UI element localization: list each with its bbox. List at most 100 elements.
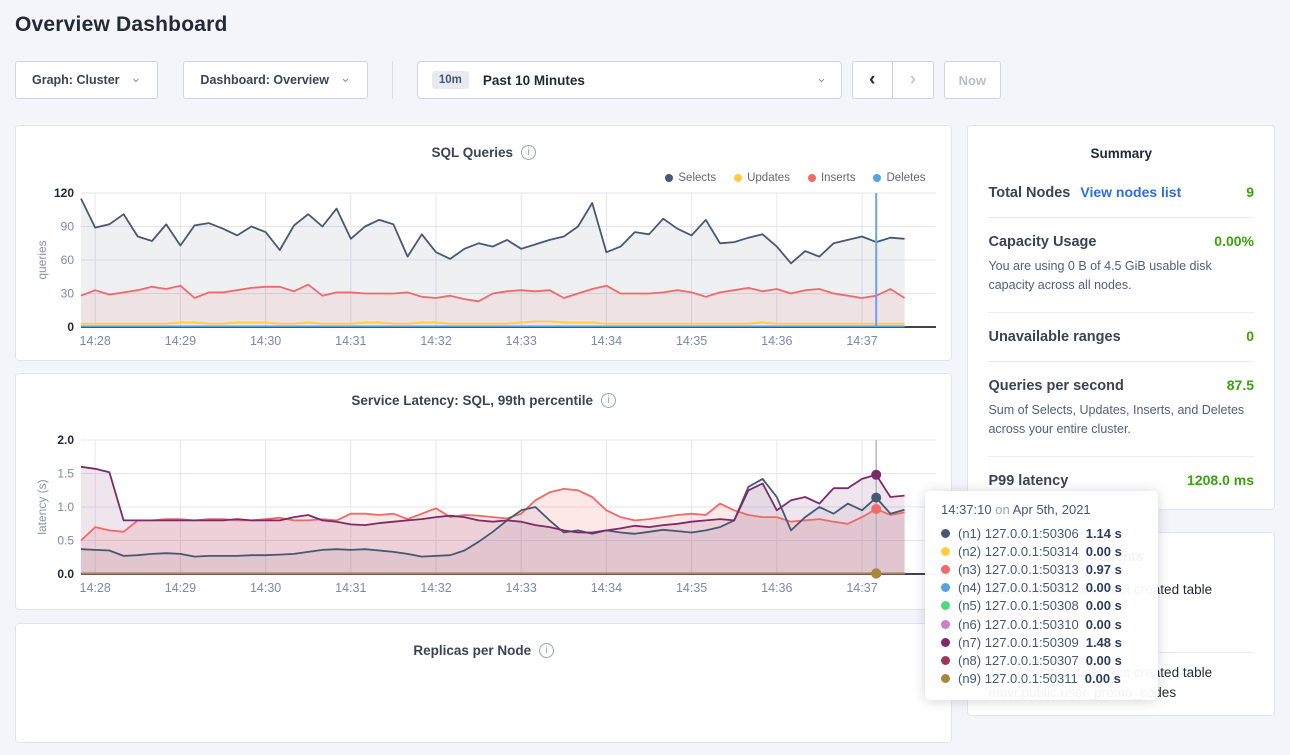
tooltip-node-label: (n5) 127.0.0.1:50308 — [958, 598, 1079, 613]
tooltip-node-label: (n8) 127.0.0.1:50307 — [958, 653, 1079, 668]
dashboard-dropdown[interactable]: Dashboard: Overview ⌄ — [183, 61, 367, 99]
svg-text:14:31: 14:31 — [335, 581, 366, 595]
toolbar: Graph: Cluster ⌄ Dashboard: Overview ⌄ 1… — [15, 61, 1275, 99]
info-icon[interactable]: i — [539, 643, 554, 658]
svg-text:0: 0 — [67, 320, 74, 334]
summary-value: 0 — [1246, 328, 1254, 344]
svg-text:latency (s): latency (s) — [36, 479, 49, 534]
service-latency-chart[interactable]: 0.00.51.01.52.014:2814:2914:3014:3114:32… — [36, 428, 952, 600]
series-color-dot-icon — [941, 529, 950, 538]
series-color-dot-icon — [941, 547, 950, 556]
series-color-dot-icon — [941, 583, 950, 592]
tooltip-node-row: (n4) 127.0.0.1:503120.00 s — [941, 579, 1142, 597]
svg-text:30: 30 — [61, 287, 75, 301]
tooltip-node-label: (n6) 127.0.0.1:50310 — [958, 617, 1079, 632]
chart-hover-tooltip: 14:37:10 on Apr 5th, 2021 (n1) 127.0.0.1… — [925, 491, 1158, 700]
replicas-title-row: Replicas per Node i — [16, 624, 951, 658]
summary-title: Summary — [988, 126, 1254, 169]
svg-text:1.0: 1.0 — [57, 500, 74, 514]
svg-text:1.5: 1.5 — [57, 467, 74, 481]
series-color-dot-icon — [941, 620, 950, 629]
tooltip-node-value: 1.14 s — [1086, 526, 1122, 541]
charts-column: SQL Queries i SelectsUpdatesInsertsDelet… — [15, 125, 952, 755]
info-icon[interactable]: i — [601, 393, 616, 408]
tooltip-node-value: 1.48 s — [1086, 635, 1122, 650]
now-button[interactable]: Now — [944, 61, 1001, 99]
tooltip-node-label: (n3) 127.0.0.1:50313 — [958, 562, 1079, 577]
replicas-per-node-panel: Replicas per Node i — [15, 623, 952, 743]
summary-value: 9 — [1246, 184, 1254, 200]
tooltip-node-row: (n6) 127.0.0.1:50310 0.00 s — [941, 615, 1142, 633]
svg-text:14:33: 14:33 — [506, 581, 537, 595]
summary-label: Unavailable ranges — [988, 329, 1120, 345]
svg-text:0.5: 0.5 — [57, 534, 74, 548]
chart-title: Service Latency: SQL, 99th percentile — [351, 393, 593, 408]
svg-text:14:35: 14:35 — [676, 581, 707, 595]
time-range-badge: 10m — [432, 71, 469, 89]
tooltip-node-row: (n2) 127.0.0.1:503140.00 s — [941, 542, 1142, 560]
svg-text:14:29: 14:29 — [165, 581, 196, 595]
summary-description: You are using 0 B of 4.5 GiB usable disk… — [988, 257, 1254, 296]
tooltip-on-word: on — [995, 502, 1012, 517]
tooltip-node-label: (n9) 127.0.0.1:50311 — [958, 671, 1078, 686]
time-back-button[interactable]: ‹ — [852, 61, 893, 99]
summary-value: 87.5 — [1227, 377, 1254, 393]
tooltip-node-row: (n3) 127.0.0.1:50313 0.97 s — [941, 560, 1142, 578]
page-title: Overview Dashboard — [15, 13, 1290, 37]
tooltip-node-label: (n7) 127.0.0.1:50309 — [958, 635, 1079, 650]
tooltip-node-row: (n9) 127.0.0.1:503110.00 s — [941, 670, 1142, 688]
series-color-dot-icon — [941, 656, 950, 665]
svg-text:90: 90 — [61, 220, 75, 234]
sql-queries-chart[interactable]: 030609012014:2814:2914:3014:3114:3214:33… — [36, 181, 952, 353]
summary-row-total-nodes: Total Nodes View nodes list 9 — [988, 169, 1254, 217]
svg-text:14:37: 14:37 — [846, 334, 877, 348]
svg-text:14:29: 14:29 — [165, 334, 196, 348]
graph-dropdown[interactable]: Graph: Cluster ⌄ — [15, 61, 158, 99]
svg-text:14:36: 14:36 — [761, 334, 792, 348]
tooltip-date: Apr 5th, 2021 — [1013, 502, 1091, 517]
svg-text:queries: queries — [36, 240, 49, 279]
time-range-label: Past 10 Minutes — [483, 73, 585, 88]
chevron-down-icon: ⌄ — [340, 70, 351, 86]
tooltip-node-row: (n7) 127.0.0.1:50309 1.48 s — [941, 633, 1142, 651]
time-range-selector[interactable]: 10m Past 10 Minutes ⌄ — [417, 61, 842, 99]
svg-text:14:28: 14:28 — [80, 581, 111, 595]
svg-text:14:30: 14:30 — [250, 581, 281, 595]
service-latency-title-row: Service Latency: SQL, 99th percentile i — [16, 374, 951, 408]
service-latency-panel: Service Latency: SQL, 99th percentile i … — [15, 373, 952, 610]
graph-dropdown-label: Graph: Cluster — [32, 73, 120, 87]
view-nodes-list-link[interactable]: View nodes list — [1080, 184, 1181, 200]
svg-text:60: 60 — [61, 253, 75, 267]
svg-text:14:28: 14:28 — [80, 334, 111, 348]
summary-description: Sum of Selects, Updates, Inserts, and De… — [988, 401, 1254, 440]
tooltip-node-row: (n8) 127.0.0.1:503070.00 s — [941, 651, 1142, 669]
tooltip-node-value: 0.97 s — [1086, 562, 1122, 577]
summary-value: 0.00% — [1214, 233, 1254, 249]
svg-text:14:37: 14:37 — [846, 581, 877, 595]
tooltip-node-value: 0.00 s — [1086, 598, 1122, 613]
svg-text:2.0: 2.0 — [57, 433, 74, 447]
tooltip-node-label: (n1) 127.0.0.1:50306 — [958, 526, 1079, 541]
svg-text:14:34: 14:34 — [591, 334, 622, 348]
tooltip-time: 14:37:10 — [941, 502, 992, 517]
tooltip-node-label: (n4) 127.0.0.1:50312 — [958, 580, 1079, 595]
summary-row-queries-per-second: Queries per second 87.5 Sum of Selects, … — [988, 361, 1254, 456]
svg-text:14:35: 14:35 — [676, 334, 707, 348]
tooltip-node-label: (n2) 127.0.0.1:50314 — [958, 544, 1079, 559]
series-color-dot-icon — [941, 638, 950, 647]
summary-row-unavailable-ranges: Unavailable ranges 0 — [988, 312, 1254, 361]
dashboard-dropdown-label: Dashboard: Overview — [200, 73, 329, 87]
time-forward-button[interactable]: › — [893, 61, 934, 99]
chevron-down-icon: ⌄ — [131, 70, 142, 86]
info-icon[interactable]: i — [521, 145, 536, 160]
svg-text:120: 120 — [54, 186, 74, 200]
tooltip-rows: (n1) 127.0.0.1:503061.14 s(n2) 127.0.0.1… — [941, 524, 1142, 688]
tooltip-node-row: (n1) 127.0.0.1:50306 1.14 s — [941, 524, 1142, 542]
time-pager: ‹ › — [852, 61, 934, 99]
series-color-dot-icon — [941, 674, 950, 683]
svg-text:14:32: 14:32 — [420, 334, 451, 348]
tooltip-timestamp: 14:37:10 on Apr 5th, 2021 — [941, 502, 1142, 517]
svg-text:14:34: 14:34 — [591, 581, 622, 595]
summary-label: P99 latency — [988, 473, 1068, 489]
tooltip-node-value: 0.00 s — [1086, 617, 1122, 632]
